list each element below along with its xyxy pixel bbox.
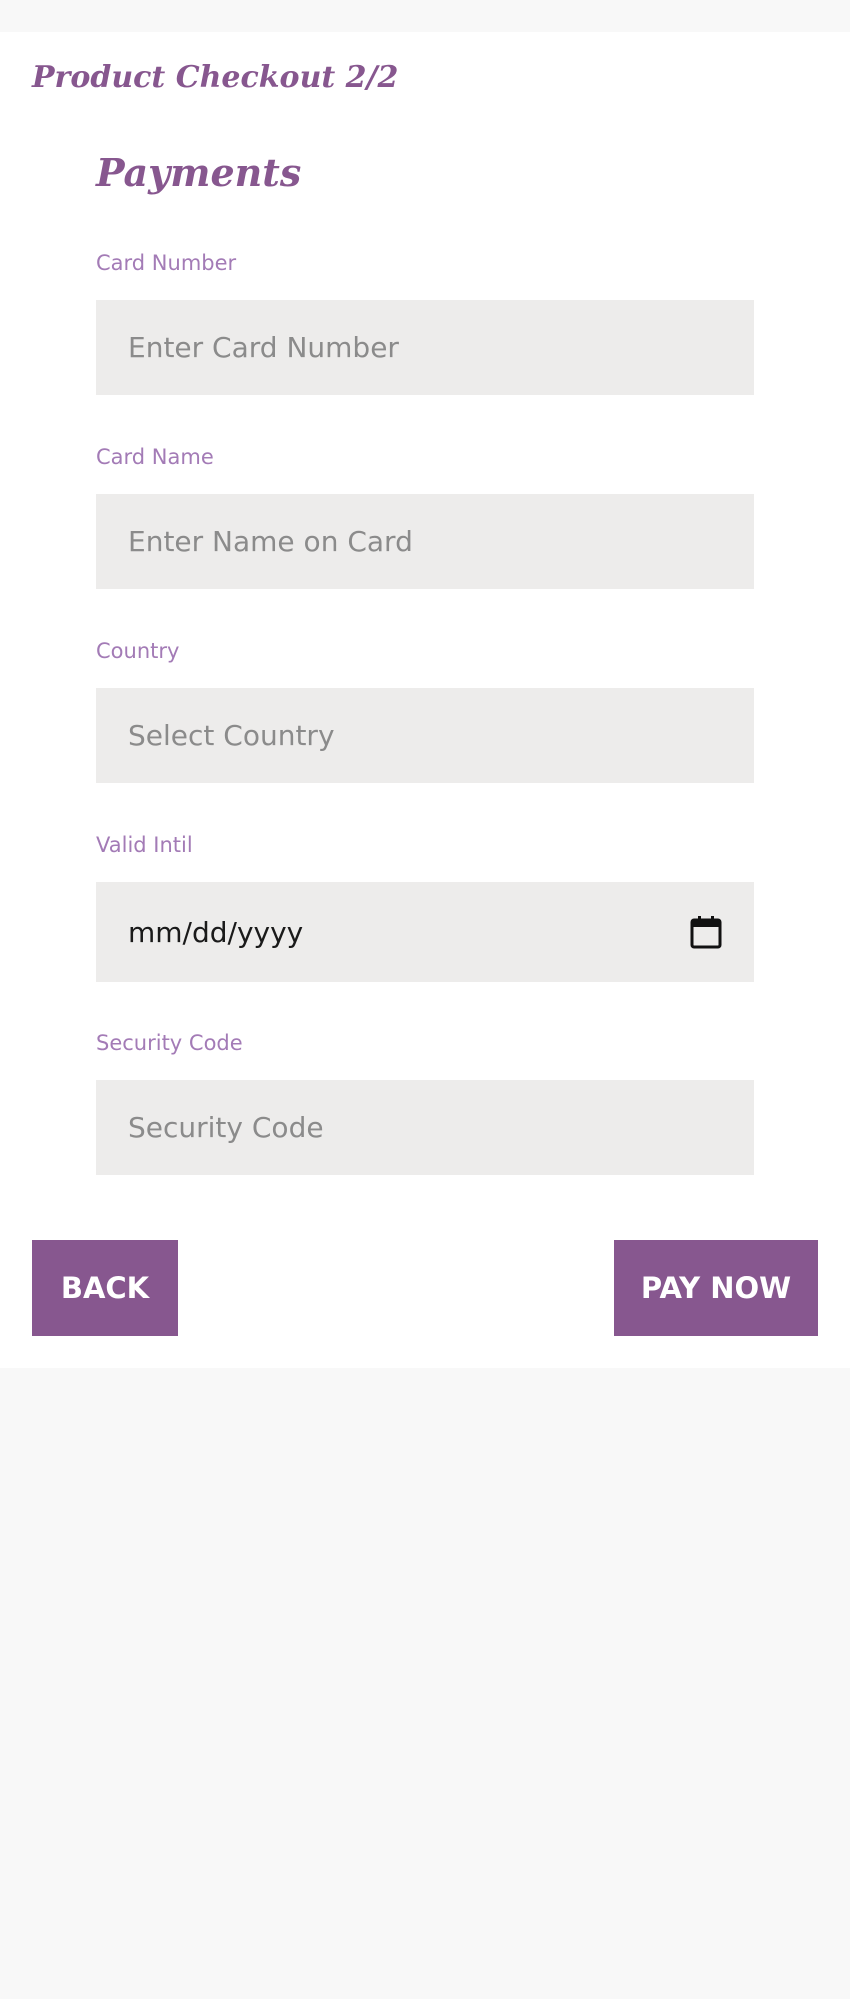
- card-name-label: Card Name: [96, 445, 214, 469]
- country-placeholder: Select Country: [128, 719, 335, 752]
- calendar-icon[interactable]: [690, 915, 722, 949]
- valid-until-value: mm/dd/yyyy: [128, 915, 304, 949]
- back-button[interactable]: BACK: [32, 1240, 178, 1336]
- back-button-label: BACK: [60, 1271, 150, 1305]
- country-label: Country: [96, 639, 180, 663]
- card-number-placeholder: Enter Card Number: [128, 331, 399, 364]
- country-select[interactable]: Select Country: [96, 688, 754, 783]
- card-name-input[interactable]: Enter Name on Card: [96, 494, 754, 589]
- valid-until-label: Valid Intil: [96, 833, 193, 857]
- security-code-input[interactable]: Security Code: [96, 1080, 754, 1175]
- pay-now-button-label: PAY NOW: [640, 1271, 792, 1305]
- valid-until-date-input[interactable]: mm/dd/yyyy: [96, 882, 754, 982]
- card-number-input[interactable]: Enter Card Number: [96, 300, 754, 395]
- security-code-label: Security Code: [96, 1031, 243, 1055]
- card-number-label: Card Number: [96, 251, 237, 275]
- section-title: Payments: [96, 150, 302, 195]
- card-name-placeholder: Enter Name on Card: [128, 525, 413, 558]
- checkout-card: Product Checkout 2/2 Payments Card Numbe…: [0, 32, 850, 1368]
- pay-now-button[interactable]: PAY NOW: [614, 1240, 818, 1336]
- security-code-placeholder: Security Code: [128, 1111, 324, 1144]
- page-title: Product Checkout 2/2: [32, 60, 399, 95]
